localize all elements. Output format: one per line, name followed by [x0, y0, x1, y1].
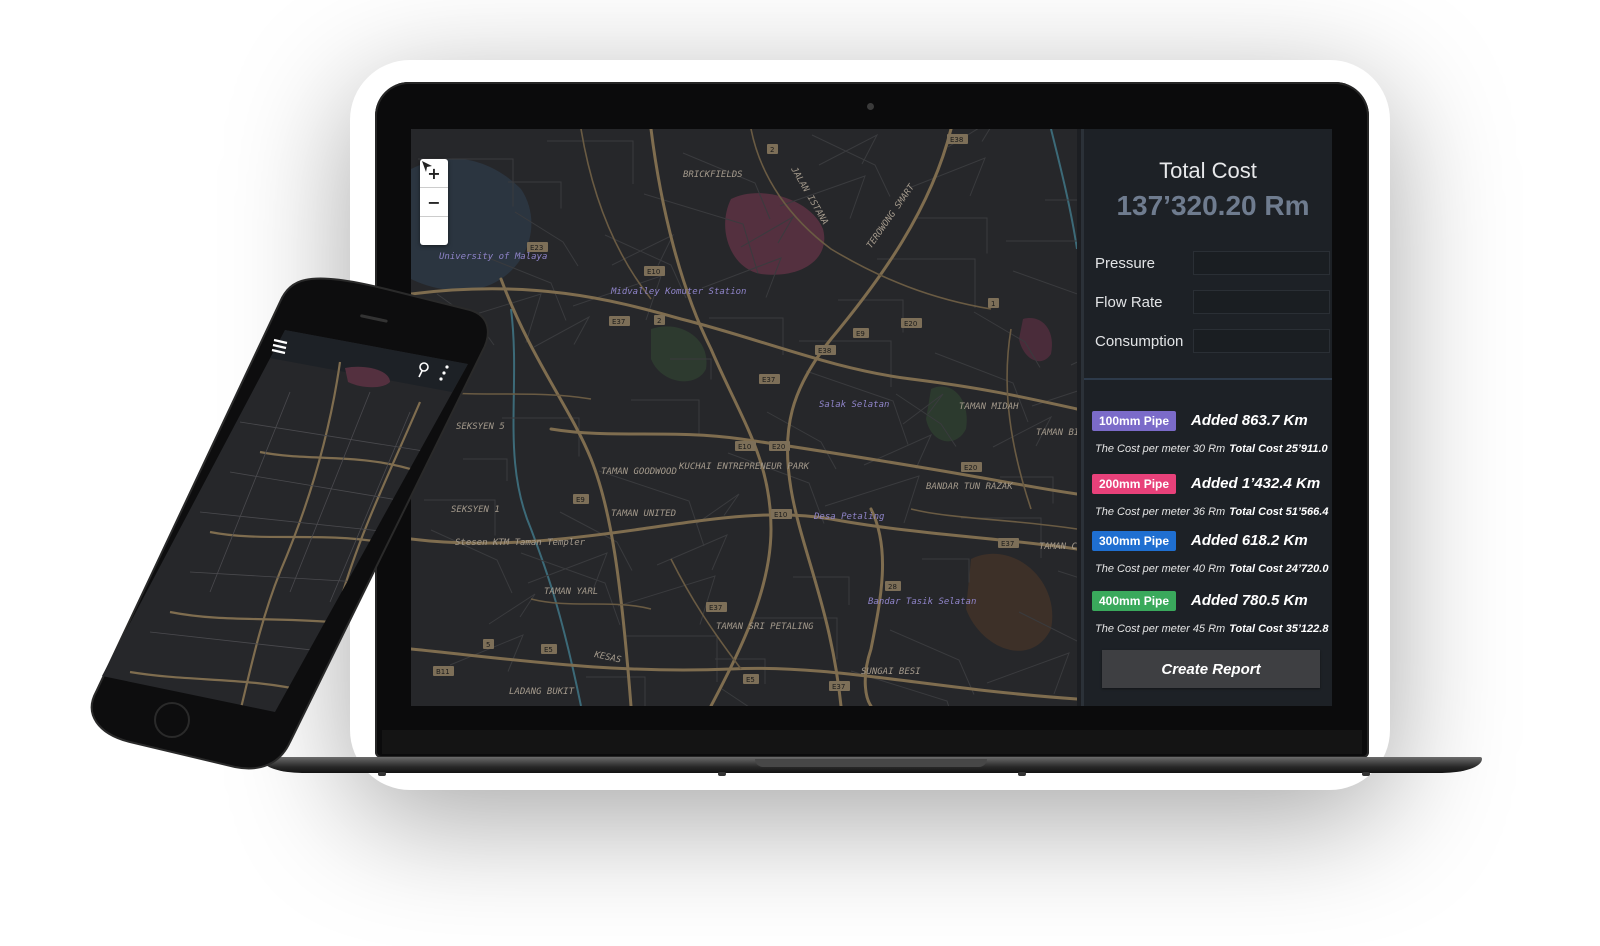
road-shield-label: E37	[709, 604, 722, 612]
pipe-200mm: 200mm Pipe Added 1’432.4 Km	[1092, 474, 1332, 494]
map-place-label: Midvalley Komuter Station	[610, 287, 746, 297]
laptop-foot	[1362, 772, 1370, 776]
map-place-label: Bandar Tasik Selatan	[868, 597, 976, 607]
pipe-cost-line: The Cost per meter 45 Rm Total Cost 35’12…	[1095, 623, 1328, 635]
zoom-control: + −	[420, 159, 448, 245]
road-shield-label: E10	[647, 268, 660, 276]
laptop-screen: E38 2 E23 E10 E37 2 E38 E9 E20 1 E37 E10 E20 E9 E10 E20…	[411, 129, 1332, 706]
pressure-label: Pressure	[1095, 255, 1156, 272]
map-place-label: LADANG BUKIT	[509, 687, 575, 697]
pipe-cost-line: The Cost per meter 30 Rm Total Cost 25’91…	[1095, 443, 1328, 455]
road-shield-label: E37	[612, 318, 625, 326]
consumption-row: Consumption	[1095, 329, 1332, 355]
pipe-total-cost: Total Cost 51’566.4	[1229, 506, 1329, 518]
road-shield-label: E5	[544, 646, 553, 654]
road-shield-label: E20	[964, 464, 977, 472]
road-shield-label: E38	[950, 136, 963, 144]
road-shield-label: E37	[832, 683, 845, 691]
panel-divider	[1084, 378, 1332, 380]
map-place-label: TAMAN MIDAH	[959, 402, 1019, 412]
consumption-input[interactable]	[1193, 329, 1330, 353]
road-shield-label: 1	[991, 300, 995, 308]
pipe-badge: 200mm Pipe	[1092, 474, 1177, 494]
pipe-100mm: 100mm Pipe Added 863.7 Km	[1092, 411, 1332, 431]
phone-device	[90, 272, 490, 782]
pipe-total-cost: Total Cost 24’720.0	[1229, 563, 1329, 575]
map-place-label: BRICKFIELDS	[683, 170, 743, 180]
road-shield-label: E23	[530, 244, 543, 252]
road-shield-label: E10	[738, 443, 751, 451]
map-place-label: University of Malaya	[439, 252, 547, 262]
map-place-label: BANDAR TUN RAZAK	[926, 482, 1013, 492]
pipe-total-cost: Total Cost 25’911.0	[1229, 443, 1328, 455]
laptop-foot	[1018, 772, 1026, 776]
road-shield-label: 2	[770, 146, 774, 154]
flow-rate-row: Flow Rate	[1095, 290, 1332, 316]
pipe-cost-per-meter: The Cost per meter 30 Rm	[1095, 443, 1226, 455]
pipe-cost-per-meter: The Cost per meter 36 Rm	[1095, 506, 1226, 518]
road-shield-label: 2	[657, 317, 661, 325]
pipe-added: Added 863.7 Km	[1191, 412, 1308, 429]
laptop-camera	[867, 103, 874, 110]
cost-panel: Total Cost 137’320.20 Rm Pressure Flow R…	[1081, 129, 1332, 706]
pipe-added: Added 618.2 Km	[1191, 532, 1308, 549]
pipe-cost-per-meter: The Cost per meter 45 Rm	[1095, 623, 1226, 635]
road-shield-label: E38	[818, 347, 831, 355]
pressure-row: Pressure	[1095, 251, 1332, 277]
road-shield-label: E9	[576, 496, 585, 504]
road-shield-label: E5	[746, 676, 755, 684]
pressure-input[interactable]	[1193, 251, 1330, 275]
road-shield-label: E37	[1001, 540, 1014, 548]
road-shield-label: E37	[762, 376, 775, 384]
road-shield-label: E20	[904, 320, 917, 328]
pipe-400mm: 400mm Pipe Added 780.5 Km	[1092, 591, 1332, 611]
create-report-button[interactable]: Create Report	[1102, 650, 1320, 688]
total-cost-title: Total Cost	[1159, 158, 1257, 183]
map-place-label: KUCHAI ENTREPRENEUR PARK	[678, 462, 810, 472]
map-place-label: TEROWONG SMART	[865, 182, 917, 250]
pipe-total-cost: Total Cost 35’122.8	[1229, 623, 1329, 635]
road-shield-label: E10	[774, 511, 787, 519]
pipe-badge: 100mm Pipe	[1092, 411, 1177, 431]
zoom-out-button[interactable]: −	[420, 188, 448, 217]
laptop-notch	[755, 759, 987, 767]
pipe-badge: 400mm Pipe	[1092, 591, 1177, 611]
map-view[interactable]: E38 2 E23 E10 E37 2 E38 E9 E20 1 E37 E10 E20 E9 E10 E20…	[411, 129, 1077, 706]
laptop-chin	[382, 730, 1362, 754]
map-place-label: TAMAN UNITED	[611, 509, 676, 519]
pipe-badge: 300mm Pipe	[1092, 531, 1177, 551]
phone-illustration	[90, 277, 489, 770]
map-place-label: TAMAN CONNAUGHT	[1039, 542, 1077, 552]
map-canvas[interactable]: E38 2 E23 E10 E37 2 E38 E9 E20 1 E37 E10 E20 E9 E10 E20…	[411, 129, 1077, 706]
locate-arrow-icon	[422, 161, 432, 172]
map-place-label: TAMAN YARL	[544, 587, 598, 597]
map-place-label: TAMAN GOODWOOD	[601, 467, 677, 477]
road-shield-label: E20	[772, 443, 785, 451]
pipe-added: Added 1’432.4 Km	[1191, 475, 1321, 492]
pipe-cost-line: The Cost per meter 40 Rm Total Cost 24’72…	[1095, 563, 1328, 575]
road-shield-label: 28	[888, 583, 897, 591]
locate-button[interactable]	[420, 161, 448, 245]
map-place-label: TAMAN SRI PETALING	[716, 622, 814, 632]
flow-rate-input[interactable]	[1193, 290, 1330, 314]
laptop-foot	[718, 772, 726, 776]
pipe-cost-line: The Cost per meter 36 Rm Total Cost 51’56…	[1095, 506, 1328, 518]
map-place-label: Desa Petaling	[813, 512, 885, 522]
map-place-label: SUNGAI BESI	[861, 667, 921, 677]
map-place-label: Salak Selatan	[819, 400, 889, 410]
pipe-added: Added 780.5 Km	[1191, 592, 1308, 609]
pipe-300mm: 300mm Pipe Added 618.2 Km	[1092, 531, 1332, 551]
map-place-label: TAMAN BILLION	[1036, 428, 1077, 438]
road-shield-label: E9	[856, 330, 865, 338]
map-place-label: KESAS	[592, 650, 622, 666]
flow-rate-label: Flow Rate	[1095, 294, 1163, 311]
total-cost-value: 137’320.20 Rm	[1116, 190, 1310, 221]
pipe-cost-per-meter: The Cost per meter 40 Rm	[1095, 563, 1226, 575]
consumption-label: Consumption	[1095, 333, 1184, 350]
